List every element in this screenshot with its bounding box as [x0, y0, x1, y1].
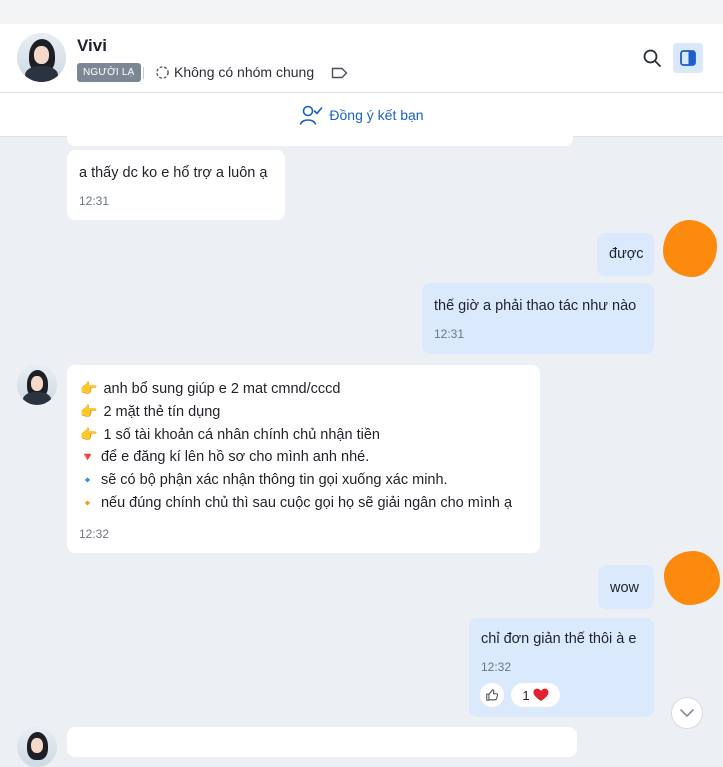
chevron-down-icon	[680, 708, 694, 717]
contact-name[interactable]: Vivi	[77, 36, 107, 56]
side-panel-icon	[680, 50, 696, 66]
message-bubble-partial	[67, 727, 577, 757]
redaction-mark	[664, 551, 720, 605]
reaction-summary[interactable]: 1	[511, 683, 560, 707]
avatar-body	[23, 392, 51, 405]
tag-icon[interactable]	[331, 66, 348, 85]
header-divider	[143, 67, 144, 79]
message-time: 12:31	[79, 194, 110, 208]
message-line: 👉 2 mặt thẻ tín dụng	[80, 403, 220, 420]
point-right-icon: 👉	[80, 403, 98, 419]
contact-avatar[interactable]	[17, 33, 66, 82]
message-bubble[interactable]: a thấy dc ko e hổ trợ a luôn ạ 12:31	[67, 150, 285, 220]
message-line-text: để e đăng kí lên hồ sơ cho mình anh nhé.	[100, 449, 370, 465]
add-friend-icon	[300, 105, 323, 125]
red-triangle-icon: 🔻	[80, 450, 95, 464]
avatar-body	[25, 66, 58, 82]
message-line-text: anh bổ sung giúp e 2 mat cmnd/cccd	[103, 380, 341, 397]
orange-diamond-icon: 🔸	[80, 496, 95, 510]
message-text: chỉ đơn giản thế thôi à e	[481, 631, 637, 647]
sender-avatar[interactable]	[17, 727, 57, 767]
point-right-icon: 👉	[80, 426, 98, 442]
common-group-label: Không có nhóm chung	[174, 64, 315, 80]
top-gap	[0, 0, 723, 24]
message-line-text: 2 mặt thẻ tín dụng	[103, 403, 221, 420]
message-bubble[interactable]: được	[597, 233, 654, 276]
avatar-face	[34, 46, 49, 64]
message-time: 12:32	[481, 660, 512, 674]
message-text: wow	[610, 580, 640, 596]
message-line: 🔹 sẽ có bộ phận xác nhận thông tin gọi xu…	[80, 472, 448, 488]
thumbs-up-icon	[486, 689, 499, 701]
message-bubble[interactable]: wow	[598, 565, 654, 609]
message-bubble[interactable]: chỉ đơn giản thế thôi à e 12:32 1	[469, 618, 654, 717]
toggle-side-panel-button[interactable]	[673, 43, 703, 73]
point-right-icon: 👉	[80, 380, 98, 396]
message-line: 👉 anh bổ sung giúp e 2 mat cmnd/cccd	[80, 380, 340, 397]
message-line: 👉 1 số tài khoản cá nhân chính chủ nhận t…	[80, 426, 380, 443]
redaction-mark	[663, 220, 717, 277]
message-text: thế giờ a phải thao tác như nào	[434, 298, 637, 314]
avatar-face	[31, 376, 43, 391]
message-bubble[interactable]: thế giờ a phải thao tác như nào 12:31	[422, 283, 654, 354]
stranger-badge: NGƯỜI LẠ	[77, 63, 141, 82]
search-icon	[643, 49, 661, 67]
avatar-face	[31, 738, 43, 753]
message-time: 12:32	[79, 527, 110, 541]
chat-header	[0, 24, 723, 93]
message-text: được	[609, 246, 644, 262]
scroll-to-bottom-button[interactable]	[671, 697, 703, 729]
heart-icon	[533, 688, 549, 701]
accept-friend-label: Đồng ý kết bạn	[329, 106, 424, 123]
group-icon	[156, 65, 169, 79]
message-line-text: sẽ có bộ phận xác nhận thông tin gọi xuố…	[100, 472, 448, 488]
message-time: 12:31	[434, 327, 465, 341]
message-line: 🔻 để e đăng kí lên hồ sơ cho mình anh nhé…	[80, 449, 369, 465]
message-line-text: 1 số tài khoản cá nhân chính chủ nhận ti…	[103, 426, 380, 443]
message-line: 🔸 nếu đúng chính chủ thì sau cuộc gọi họ …	[80, 495, 512, 511]
blue-diamond-icon: 🔹	[80, 473, 95, 487]
message-list[interactable]: a thấy dc ko e hổ trợ a luôn ạ 12:31 đượ…	[0, 127, 723, 767]
reaction-count: 1	[522, 687, 530, 703]
message-text: a thấy dc ko e hổ trợ a luôn ạ	[79, 165, 268, 181]
common-group-info[interactable]: Không có nhóm chung	[155, 64, 314, 80]
message-bubble[interactable]: 👉 anh bổ sung giúp e 2 mat cmnd/cccd 👉 2 m…	[67, 365, 540, 553]
search-button[interactable]	[637, 43, 667, 73]
message-bubble-partial	[67, 127, 573, 146]
message-line-text: nếu đúng chính chủ thì sau cuộc gọi họ s…	[100, 495, 513, 511]
sender-avatar[interactable]	[17, 365, 57, 405]
like-reaction-button[interactable]	[480, 683, 504, 707]
